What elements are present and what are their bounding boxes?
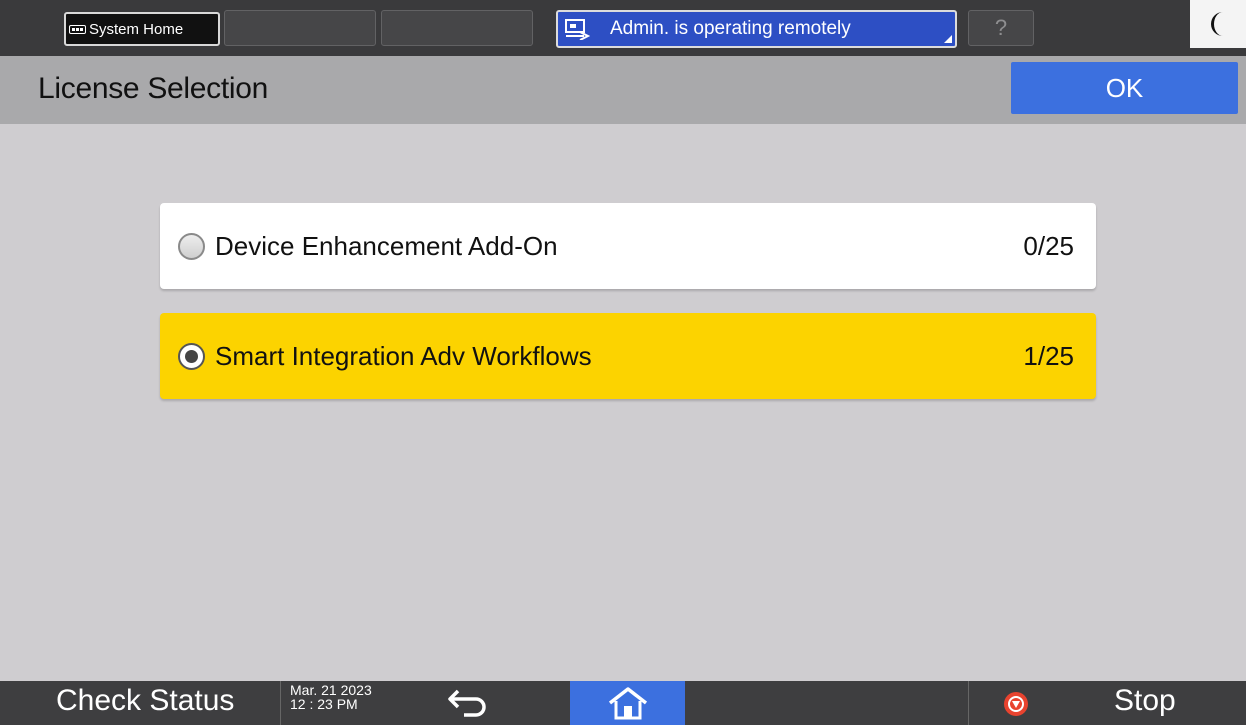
remote-operation-icon [564,18,590,40]
bottom-bar: Check Status Mar. 21 2023 12 : 23 PM Sto… [0,681,1246,725]
page-title: License Selection [38,72,269,105]
energy-saver-button[interactable] [1190,0,1246,48]
check-status-button[interactable]: Check Status [56,684,234,718]
time-text: 12 : 23 PM [290,696,358,712]
back-button[interactable] [446,687,492,724]
radio-unselected[interactable] [178,232,205,260]
date-text: Mar. 21 2023 [290,682,372,698]
help-button[interactable]: ? [968,10,1034,46]
option-count: 0/25 [1023,230,1074,261]
stop-icon [1004,692,1028,716]
remote-operation-status[interactable]: Admin. is operating remotely [556,10,957,48]
back-arrow-icon [448,689,486,717]
option-label: Device Enhancement Add-On [215,230,558,261]
moon-icon [1211,12,1223,36]
radio-selected[interactable] [178,342,205,370]
stop-button-icon-wrap[interactable] [1003,691,1029,722]
system-home-button[interactable]: System Home [64,12,220,46]
system-home-label: System Home [89,20,184,38]
empty-shortcut-slot-2[interactable] [381,10,533,46]
remote-status-text: Admin. is operating remotely [610,18,851,39]
stop-button[interactable]: Stop [1114,684,1176,718]
page-header: License Selection OK [0,56,1246,124]
ok-button[interactable]: OK [1011,62,1238,114]
home-icon [608,687,647,720]
license-option-smart-integration[interactable]: Smart Integration Adv Workflows 1/25 [160,313,1096,399]
divider [968,681,969,725]
dropdown-corner-icon [944,35,952,43]
divider [280,681,281,725]
grid-icon [69,24,86,34]
empty-shortcut-slot-1[interactable] [224,10,376,46]
option-label: Smart Integration Adv Workflows [215,340,592,371]
top-bar: System Home Admin. is operating remotely… [0,0,1246,56]
datetime: Mar. 21 2023 12 : 23 PM [290,683,372,711]
license-option-device-enhancement[interactable]: Device Enhancement Add-On 0/25 [160,203,1096,289]
option-count: 1/25 [1023,340,1074,371]
home-button[interactable] [570,681,685,725]
